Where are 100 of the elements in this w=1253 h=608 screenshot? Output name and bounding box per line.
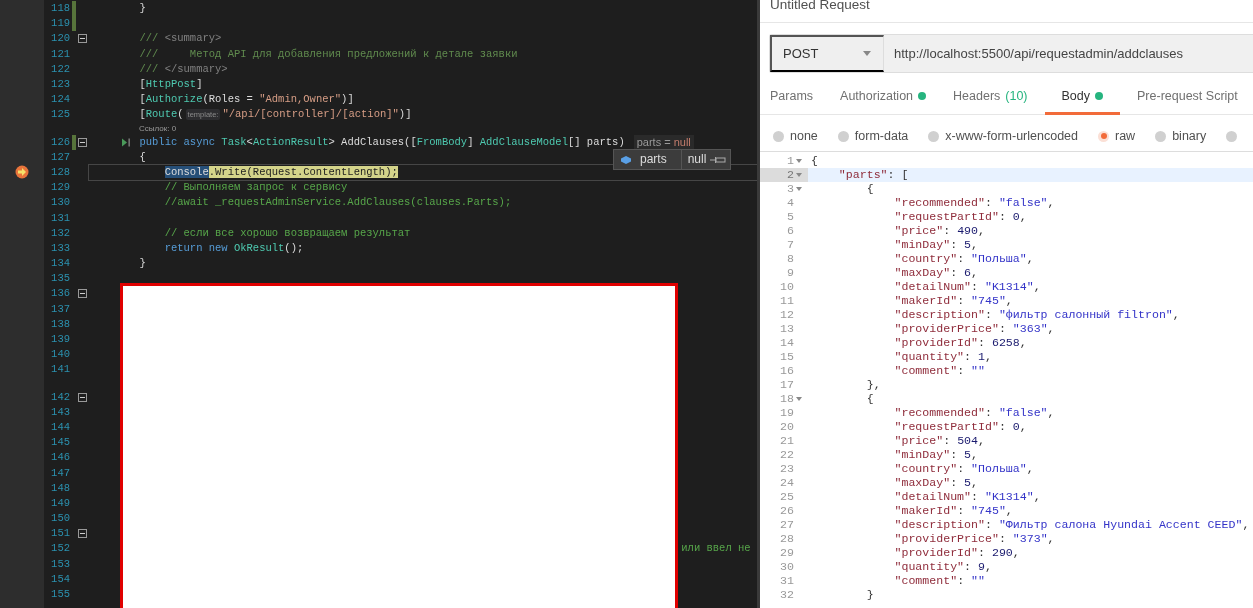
tab[interactable]: Headers (10) <box>943 86 1038 115</box>
line-number: 130 <box>50 195 70 211</box>
code-line: "comment": "" <box>894 364 985 377</box>
line-number: 142 <box>50 389 70 405</box>
code-line: { <box>866 182 874 195</box>
code-line: "quantity": 1, <box>894 350 992 363</box>
code-line: "comment": "" <box>894 574 985 587</box>
code-line: { <box>139 149 146 165</box>
line-number: 7 <box>787 238 794 252</box>
line-number: 150 <box>50 511 70 527</box>
line-number: 20 <box>780 420 794 434</box>
code-line: [HttpPost] <box>139 77 203 93</box>
line-number: 151 <box>50 526 70 542</box>
code-line: "price": 504, <box>894 434 985 447</box>
line-number: 4 <box>787 196 794 210</box>
line-number: 134 <box>50 256 70 272</box>
code-line: [Route( <box>139 107 184 123</box>
code-line: "country": "Польша", <box>894 252 1034 265</box>
line-number: 140 <box>50 347 70 363</box>
code-line: } <box>139 1 146 17</box>
line-number: 141 <box>50 362 70 378</box>
line-number: 32 <box>780 588 794 602</box>
line-number: 121 <box>50 46 70 62</box>
pin-icon <box>710 154 727 165</box>
code-line: // Выполняем запрос к сервису <box>164 180 348 196</box>
radio-option[interactable]: x-www-form-urlencoded <box>922 126 1086 146</box>
tab[interactable]: Pre-request Script <box>1127 86 1248 115</box>
code-line: "makerId": "745", <box>894 504 1013 517</box>
line-number: 146 <box>50 450 70 466</box>
line-number: 5 <box>787 210 794 224</box>
code-line: /// </summary> <box>139 61 228 77</box>
line-number: 18 <box>780 392 794 406</box>
collapse-icon[interactable] <box>78 392 87 402</box>
line-number: 29 <box>780 546 794 560</box>
line-number: 8 <box>787 252 794 266</box>
line-number: 136 <box>50 286 70 302</box>
line-number: 22 <box>780 448 794 462</box>
radio-option[interactable]: binary <box>1149 126 1215 146</box>
code-line: { <box>811 154 818 167</box>
line-number: 30 <box>780 560 794 574</box>
code-line: { <box>866 392 874 405</box>
code-line: "description": "фильтр салонный filtron", <box>894 308 1180 321</box>
line-number: 9 <box>787 266 794 280</box>
code-line: "makerId": "745", <box>894 294 1013 307</box>
line-number: 27 <box>780 518 794 532</box>
line-number: 21 <box>780 434 794 448</box>
tab[interactable]: Authorization <box>830 86 937 115</box>
line-number: 2 <box>787 168 794 182</box>
line-number: 31 <box>780 574 794 588</box>
reference-count[interactable]: Ссылок: 0 <box>0 122 177 135</box>
line-number: 128 <box>50 164 70 180</box>
collapse-icon[interactable] <box>78 137 87 147</box>
radio-option[interactable]: raw <box>1092 126 1144 146</box>
code-line: "detailNum": "K1314", <box>894 280 1041 293</box>
line-number: 133 <box>50 240 70 256</box>
code-line: "providerId": 290, <box>894 546 1020 559</box>
code-line: "maxDay": 5, <box>894 476 979 489</box>
code-line: "country": "Польша", <box>894 462 1034 475</box>
line-number: 137 <box>50 301 70 317</box>
collapse-icon[interactable] <box>78 289 87 299</box>
code-line: "/api/[controller]/[action]")] <box>222 107 412 123</box>
code-line: "price": 490, <box>894 224 985 237</box>
collapse-icon[interactable] <box>78 529 87 539</box>
tab[interactable]: Body <box>1044 86 1121 115</box>
line-number: 118 <box>50 1 70 17</box>
code-line: public async Task<ActionResult> AddClauses([FromBody] AddClauseModel[] parts) <box>139 134 625 150</box>
code-line: "quantity": 9, <box>894 560 992 573</box>
line-number: 120 <box>50 31 70 47</box>
code-line: "minDay": 5, <box>894 448 979 461</box>
code-line: "detailNum": "K1314", <box>894 490 1041 503</box>
line-number: 145 <box>50 435 70 451</box>
code-line: }, <box>866 378 881 391</box>
code-line: // если все хорошо возвращаем результат <box>164 225 411 241</box>
code-line: "minDay": 5, <box>894 238 979 251</box>
collapse-icon[interactable] <box>78 34 87 44</box>
radio-option[interactable]: form-data <box>831 126 917 146</box>
line-number: 11 <box>780 294 794 308</box>
code-line: } <box>866 588 874 601</box>
code-line: "providerPrice": "363", <box>894 322 1055 335</box>
line-number: 16 <box>780 364 794 378</box>
line-number: 154 <box>50 571 70 587</box>
tab[interactable]: Params <box>760 86 824 115</box>
line-number: 24 <box>780 476 794 490</box>
line-number: 125 <box>50 107 70 123</box>
line-number: 17 <box>780 378 794 392</box>
code-line: "providerPrice": "373", <box>894 532 1055 545</box>
request-title: Untitled Request <box>770 0 870 12</box>
code-line: "providerId": 6258, <box>894 336 1027 349</box>
code-line: "requestPartId": 0, <box>894 420 1027 433</box>
radio-option[interactable]: none <box>767 126 826 146</box>
code-line: [Authorize(Roles = "Admin,Owner")] <box>139 92 354 108</box>
variable-name: parts <box>640 151 667 168</box>
code-line: } <box>139 256 146 272</box>
line-number: 1 <box>787 154 794 168</box>
line-number: 148 <box>50 480 70 496</box>
code-line: "requestPartId": 0, <box>894 210 1027 223</box>
value-hint: parts = null <box>633 135 694 150</box>
line-number: 126 <box>50 134 70 150</box>
line-number: 26 <box>780 504 794 518</box>
line-number: 28 <box>780 532 794 546</box>
